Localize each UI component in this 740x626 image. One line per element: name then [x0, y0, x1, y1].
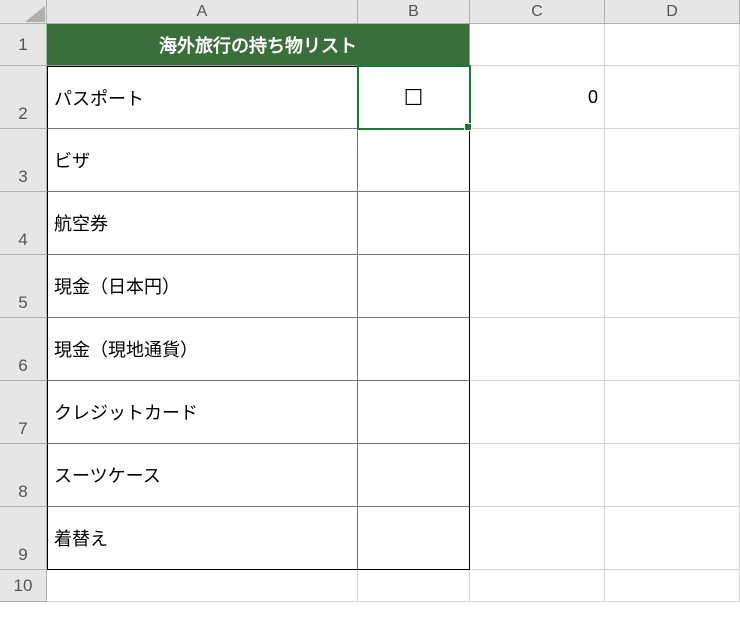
c2-value: 0	[588, 87, 598, 108]
row-header-10[interactable]: 10	[0, 570, 47, 602]
cell-A4[interactable]: 航空券	[47, 192, 358, 255]
cell-D9[interactable]	[605, 507, 740, 570]
checkbox-symbol: ☐	[404, 87, 424, 109]
cell-C2[interactable]: 0	[470, 66, 605, 129]
cell-D8[interactable]	[605, 444, 740, 507]
cell-D7[interactable]	[605, 381, 740, 444]
cell-A7[interactable]: クレジットカード	[47, 381, 358, 444]
cell-D1[interactable]	[605, 24, 740, 66]
cell-C3[interactable]	[470, 129, 605, 192]
cell-A2[interactable]: パスポート	[47, 66, 358, 129]
cell-A10[interactable]	[47, 570, 358, 602]
cell-B7[interactable]	[358, 381, 470, 444]
row-header-2[interactable]: 2	[0, 66, 47, 129]
col-header-B[interactable]: B	[358, 0, 470, 24]
cell-C10[interactable]	[470, 570, 605, 602]
row-header-5[interactable]: 5	[0, 255, 47, 318]
cell-A8[interactable]: スーツケース	[47, 444, 358, 507]
cell-B2[interactable]: ☐	[358, 66, 470, 129]
title-cell[interactable]: 海外旅行の持ち物リスト	[47, 24, 470, 66]
item-label: ビザ	[54, 147, 90, 173]
cell-D2[interactable]	[605, 66, 740, 129]
cell-B10[interactable]	[358, 570, 470, 602]
cell-A5[interactable]: 現金（日本円）	[47, 255, 358, 318]
cell-D4[interactable]	[605, 192, 740, 255]
row-header-6[interactable]: 6	[0, 318, 47, 381]
cell-C8[interactable]	[470, 444, 605, 507]
cell-C1[interactable]	[470, 24, 605, 66]
cell-D5[interactable]	[605, 255, 740, 318]
item-label: 現金（現地通貨）	[54, 336, 198, 362]
cell-B6[interactable]	[358, 318, 470, 381]
row-header-9[interactable]: 9	[0, 507, 47, 570]
item-label: スーツケース	[54, 462, 161, 488]
cell-C9[interactable]	[470, 507, 605, 570]
title-text: 海外旅行の持ち物リスト	[159, 32, 357, 58]
item-label: パスポート	[54, 85, 144, 111]
cell-B4[interactable]	[358, 192, 470, 255]
row-header-4[interactable]: 4	[0, 192, 47, 255]
cell-A3[interactable]: ビザ	[47, 129, 358, 192]
cell-D10[interactable]	[605, 570, 740, 602]
col-header-D[interactable]: D	[605, 0, 740, 24]
col-header-C[interactable]: C	[470, 0, 605, 24]
cell-B5[interactable]	[358, 255, 470, 318]
row-header-3[interactable]: 3	[0, 129, 47, 192]
item-label: 着替え	[54, 525, 108, 551]
item-label: 航空券	[54, 210, 108, 236]
cell-C5[interactable]	[470, 255, 605, 318]
cell-B9[interactable]	[358, 507, 470, 570]
item-label: クレジットカード	[54, 399, 198, 425]
cell-D6[interactable]	[605, 318, 740, 381]
cell-C4[interactable]	[470, 192, 605, 255]
cell-B3[interactable]	[358, 129, 470, 192]
row-header-7[interactable]: 7	[0, 381, 47, 444]
cell-D3[interactable]	[605, 129, 740, 192]
cell-C6[interactable]	[470, 318, 605, 381]
spreadsheet-grid: A B C D 1 海外旅行の持ち物リスト 2 パスポート ☐ 0 3 ビザ 4…	[0, 0, 740, 602]
cell-A6[interactable]: 現金（現地通貨）	[47, 318, 358, 381]
row-header-8[interactable]: 8	[0, 444, 47, 507]
cell-C7[interactable]	[470, 381, 605, 444]
row-header-1[interactable]: 1	[0, 24, 47, 66]
item-label: 現金（日本円）	[54, 273, 180, 299]
select-all-corner[interactable]	[0, 0, 47, 24]
col-header-A[interactable]: A	[47, 0, 358, 24]
cell-A9[interactable]: 着替え	[47, 507, 358, 570]
cell-B8[interactable]	[358, 444, 470, 507]
